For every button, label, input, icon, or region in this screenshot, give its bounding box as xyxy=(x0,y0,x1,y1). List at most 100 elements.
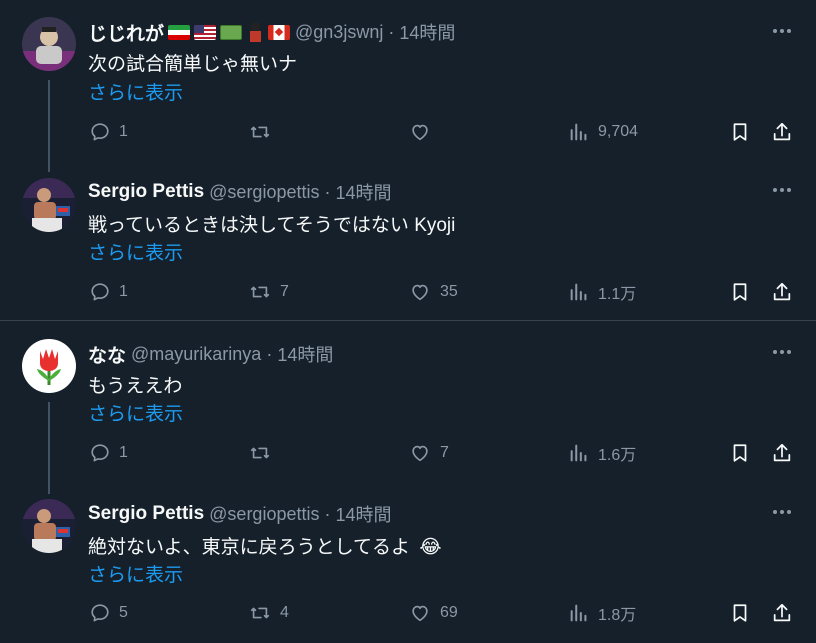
handle[interactable]: @gn3jswnj xyxy=(295,22,383,43)
display-name[interactable]: Sergio Pettis xyxy=(88,181,204,203)
view-count: 1.6万 xyxy=(598,447,637,464)
bookmark-icon xyxy=(733,444,747,462)
tweet[interactable]: Sergio Pettis @sergiopettis · 14時間 戦っている… xyxy=(0,170,816,320)
more-options-button[interactable] xyxy=(770,502,794,522)
show-more-link[interactable]: さらに表示 xyxy=(88,238,183,265)
bookmark-button[interactable] xyxy=(729,440,751,466)
retweet-count: 7 xyxy=(280,283,289,300)
retweet-icon xyxy=(250,286,270,298)
bookmark-icon xyxy=(733,283,747,301)
retweet-icon xyxy=(250,607,270,619)
share-button[interactable] xyxy=(771,119,793,145)
tweet-text: 戦っているときは決してそうではない Kyoji xyxy=(88,215,456,236)
laughing-emoji-icon: 😂 xyxy=(419,537,442,558)
reply-icon xyxy=(91,283,109,301)
share-icon xyxy=(773,122,791,141)
share-button[interactable] xyxy=(771,600,793,626)
views-button[interactable]: 1.6万 xyxy=(568,440,636,466)
bookmark-button[interactable] xyxy=(729,279,751,305)
share-icon xyxy=(773,443,791,462)
avatar[interactable] xyxy=(22,499,76,553)
display-name[interactable]: なな xyxy=(88,341,126,368)
views-icon xyxy=(570,444,587,462)
views-button[interactable]: 1.1万 xyxy=(568,279,636,305)
tweet-text: 絶対ないよ、東京に戻ろうとしてるよ 😂 xyxy=(88,532,442,559)
reply-button[interactable]: 1 xyxy=(89,119,128,145)
view-count: 1.1万 xyxy=(598,286,637,303)
bookmark-icon xyxy=(733,604,747,622)
retweet-button[interactable] xyxy=(248,119,280,145)
heart-icon xyxy=(412,605,428,622)
reply-icon xyxy=(91,604,109,622)
timestamp[interactable]: 14時間 xyxy=(277,341,333,367)
separator-dot: · xyxy=(324,181,331,202)
like-count: 69 xyxy=(440,604,458,621)
tweet-text-content: 絶対ないよ、東京に戻ろうとしてるよ xyxy=(88,537,411,558)
show-more-link[interactable]: さらに表示 xyxy=(88,399,183,426)
timestamp[interactable]: 14時間 xyxy=(335,179,391,205)
heart-icon xyxy=(412,284,428,301)
show-more-link[interactable]: さらに表示 xyxy=(88,560,183,587)
reply-icon xyxy=(91,444,109,462)
retweet-button[interactable] xyxy=(248,440,280,466)
share-button[interactable] xyxy=(771,440,793,466)
more-options-button[interactable] xyxy=(770,180,794,200)
money-icon xyxy=(220,24,243,40)
separator-dot: · xyxy=(324,503,331,524)
share-icon xyxy=(773,282,791,301)
avatar[interactable] xyxy=(22,178,76,232)
separator-dot: · xyxy=(388,21,395,42)
separator-dot: · xyxy=(266,343,273,364)
like-count: 7 xyxy=(440,444,449,461)
more-options-button[interactable] xyxy=(770,342,794,362)
share-icon xyxy=(773,603,791,622)
views-button[interactable]: 9,704 xyxy=(568,119,638,145)
avatar[interactable] xyxy=(22,17,76,71)
reply-button[interactable]: 5 xyxy=(89,600,128,626)
like-button[interactable]: 69 xyxy=(408,600,458,626)
tweet-text: 次の試合簡単じゃ無いナ xyxy=(88,54,298,75)
reply-count: 5 xyxy=(119,604,128,621)
share-button[interactable] xyxy=(771,279,793,305)
show-more-link[interactable]: さらに表示 xyxy=(88,78,183,105)
bookmark-button[interactable] xyxy=(729,119,751,145)
heart-icon xyxy=(412,445,428,462)
timestamp[interactable]: 14時間 xyxy=(399,19,455,45)
retweet-icon xyxy=(250,447,270,459)
display-name[interactable]: じじれが xyxy=(88,19,164,46)
like-button[interactable] xyxy=(408,119,440,145)
reply-button[interactable]: 1 xyxy=(89,279,128,305)
retweet-icon xyxy=(250,126,270,138)
reply-count: 1 xyxy=(119,283,128,300)
views-icon xyxy=(570,123,587,141)
more-options-button[interactable] xyxy=(770,21,794,41)
tweet[interactable]: Sergio Pettis @sergiopettis · 14時間 絶対ないよ… xyxy=(0,491,816,643)
handle[interactable]: @mayurikarinya xyxy=(131,344,261,365)
view-count: 9,704 xyxy=(598,123,639,140)
heart-icon xyxy=(412,124,428,141)
guard-icon xyxy=(246,21,264,42)
views-button[interactable]: 1.8万 xyxy=(568,600,636,626)
display-name[interactable]: Sergio Pettis xyxy=(88,503,204,525)
reply-count: 1 xyxy=(119,123,128,140)
reply-button[interactable]: 1 xyxy=(89,440,128,466)
avatar[interactable] xyxy=(22,339,76,393)
more-icon xyxy=(773,510,791,514)
handle[interactable]: @sergiopettis xyxy=(209,504,319,525)
timestamp[interactable]: 14時間 xyxy=(335,501,391,527)
handle[interactable]: @sergiopettis xyxy=(209,182,319,203)
bookmark-button[interactable] xyxy=(729,600,751,626)
more-icon xyxy=(773,350,791,354)
like-button[interactable]: 7 xyxy=(408,440,449,466)
us-flag-icon xyxy=(194,24,217,40)
like-button[interactable]: 35 xyxy=(408,279,458,305)
retweet-count: 4 xyxy=(280,604,289,621)
views-icon xyxy=(570,283,587,301)
tweet[interactable]: なな @mayurikarinya · 14時間 もうええわ さらに表示 1 7… xyxy=(0,321,816,491)
canada-flag-icon xyxy=(268,24,291,40)
retweet-button[interactable]: 7 xyxy=(248,279,289,305)
bookmark-icon xyxy=(733,123,747,141)
tweet[interactable]: じじれが @gn3jswnj · 14時間 次の試合簡単じゃ無いナ さらに表示 … xyxy=(0,0,816,170)
more-icon xyxy=(773,188,791,192)
retweet-button[interactable]: 4 xyxy=(248,600,289,626)
